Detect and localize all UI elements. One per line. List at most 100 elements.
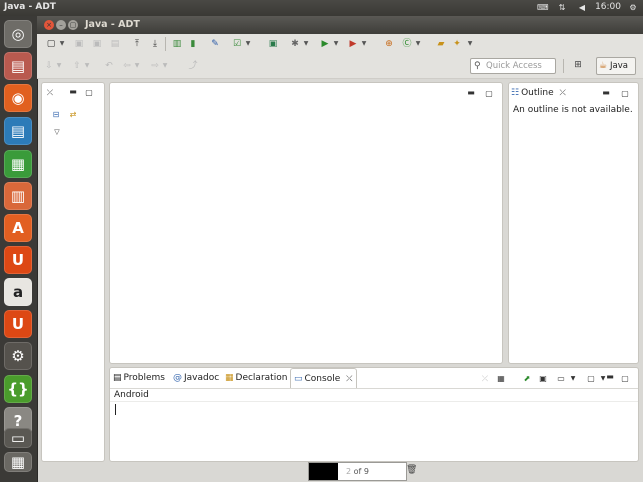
console-options-icon[interactable]: ▭ [556, 374, 566, 384]
main-toolbar: ▢ ▼ ▣ ▣ ▤ ⤒ ⤓ ▥ ▮ ✎ ☑ ▼ ▣ ✱ ▼ ▶ ▼ ▶ ▼ ⊕ … [37, 34, 643, 54]
keyboard-icon[interactable]: ⌨ [537, 3, 549, 12]
top-panel: Java - ADT ⌨ ⇅ ◀ 16:00 ⚙ [0, 0, 643, 16]
outline-pane: ☷ Outline ⤫ ▬ ▢ An outline is not availab… [508, 82, 639, 364]
close-icon[interactable]: × [44, 20, 54, 30]
declaration-icon: ▦ [225, 373, 234, 383]
maximize-icon[interactable]: ▢ [484, 89, 494, 99]
view-menu-icon[interactable]: ▽ [52, 127, 62, 137]
tab-problems[interactable]: ▤ Problems [113, 368, 165, 388]
chevron-down-icon[interactable]: ▼ [414, 38, 422, 50]
terminal-icon[interactable]: ▭ [4, 428, 32, 448]
search-icon[interactable]: ✦ [451, 38, 463, 50]
chevron-down-icon[interactable]: ▼ [332, 38, 340, 50]
tab-outline[interactable]: ☷ Outline ⤫ [511, 83, 566, 103]
outline-message: An outline is not available. [513, 105, 633, 115]
firefox-icon[interactable]: ◉ [4, 84, 32, 112]
save-icon: ▣ [74, 39, 84, 49]
external-tools-icon[interactable]: ▶ [347, 38, 359, 50]
chevron-down-icon[interactable]: ▼ [58, 38, 66, 50]
search-icon: ⚲ [474, 61, 481, 71]
calc-icon[interactable]: ▦ [4, 150, 32, 178]
impress-icon[interactable]: ▥ [4, 182, 32, 210]
maximize-icon[interactable]: ▢ [620, 374, 630, 384]
console-output-area[interactable] [110, 402, 638, 460]
sdk-manager-icon[interactable]: ▥ [171, 38, 183, 50]
quick-access-field[interactable]: ⚲ Quick Access [470, 58, 556, 74]
secondary-toolbar: ⇩ ▼ ⇧ ▼ ↶ ⇦ ▼ ⇨ ▼ ⤴ ⚲ Quick Access [37, 54, 643, 79]
new-console-icon[interactable]: ▢ [586, 374, 596, 384]
system-settings-icon[interactable]: ⚙ [4, 342, 32, 370]
writer-icon[interactable]: ▤ [4, 117, 32, 145]
volume-icon[interactable]: ◀ [577, 3, 587, 12]
tab-console[interactable]: ▭ Console ⤫ [290, 368, 357, 389]
avd-manager-icon[interactable]: ▮ [187, 38, 199, 50]
garbage-collect-icon[interactable]: 🗑 [406, 464, 417, 477]
close-icon[interactable]: ⤫ [45, 88, 55, 98]
android-project-icon[interactable]: ▣ [267, 38, 279, 50]
lint-icon[interactable]: ✎ [209, 38, 221, 50]
adt-icon[interactable]: {} [4, 375, 32, 403]
amazon-icon[interactable]: a [4, 278, 32, 306]
print-icon: ▤ [110, 39, 120, 49]
clock[interactable]: 16:00 [595, 2, 621, 12]
chevron-down-icon: ▼ [134, 62, 140, 69]
chevron-down-icon: ▼ [84, 62, 90, 69]
java-perspective-button[interactable]: ☕ Java [596, 57, 636, 75]
chevron-down-icon[interactable]: ▼ [244, 38, 252, 50]
minimize-icon[interactable]: ▬ [605, 372, 615, 382]
new-java-class-icon[interactable]: Ⓒ [401, 38, 413, 50]
dash-icon[interactable]: ◎ [4, 20, 32, 48]
maximize-icon[interactable]: ▢ [68, 20, 78, 30]
back-icon: ⇦ [123, 61, 131, 71]
upload-icon[interactable]: ⤒ [131, 38, 143, 50]
launcher: ◎ ▤ ◉ ▤ ▦ ▥ A Ua U ⚙{}? ▭ ▦ [0, 16, 38, 482]
window-title: Java - ADT [85, 19, 140, 30]
new-icon[interactable]: ▢ [45, 38, 57, 50]
heap-used: 2 [346, 467, 352, 476]
maximize-icon[interactable]: ▢ [620, 89, 630, 99]
next-annotation-icon: ⇩ [45, 61, 53, 71]
tab-javadoc[interactable]: @ Javadoc [173, 368, 219, 388]
chevron-down-icon[interactable]: ▼ [568, 374, 578, 384]
previous-annotation-icon: ⇧ [73, 61, 81, 71]
open-perspective-icon[interactable]: ⊞ [572, 59, 584, 71]
editor-area[interactable]: ▬ ▢ [109, 82, 503, 364]
console-icon: ▭ [294, 374, 303, 384]
minimize-icon[interactable]: – [56, 20, 66, 30]
close-icon[interactable]: ⤫ [346, 374, 352, 383]
last-edit-icon: ↶ [105, 61, 113, 71]
ubuntu-one-music-icon[interactable]: U [4, 310, 32, 338]
workspace-switcher-icon[interactable]: ▦ [4, 452, 32, 472]
java-perspective-label: Java [610, 61, 628, 71]
ubuntu-one-icon[interactable]: U [4, 246, 32, 274]
checkbox-icon[interactable]: ☑ [231, 38, 243, 50]
network-icon[interactable]: ⇅ [557, 3, 567, 12]
java-perspective-icon: ☕ [599, 61, 608, 71]
collapse-all-icon[interactable]: ⊟ [51, 110, 61, 120]
open-type-icon[interactable]: ▰ [435, 38, 447, 50]
at-icon: @ [173, 373, 182, 383]
window-title-bar: × – ▢ Java - ADT [37, 16, 643, 34]
display-console-icon[interactable]: ▣ [538, 374, 548, 384]
scroll-lock-icon[interactable]: ▦ [496, 374, 506, 384]
minimize-icon[interactable]: ▬ [601, 88, 611, 98]
chevron-down-icon[interactable]: ▼ [466, 38, 474, 50]
gear-icon[interactable]: ⚙ [628, 3, 638, 12]
chevron-down-icon[interactable]: ▼ [302, 38, 310, 50]
minimize-icon[interactable]: ▬ [68, 87, 78, 97]
link-with-editor-icon[interactable]: ⇄ [68, 110, 78, 120]
outline-tab-label: Outline [521, 88, 554, 98]
tab-declaration[interactable]: ▦ Declaration [225, 368, 287, 388]
debug-icon[interactable]: ✱ [289, 38, 301, 50]
chevron-down-icon[interactable]: ▼ [360, 38, 368, 50]
download-icon[interactable]: ⤓ [149, 38, 161, 50]
heap-status[interactable]: 2 of 9 [308, 462, 407, 481]
minimize-icon[interactable]: ▬ [466, 88, 476, 98]
software-center-icon[interactable]: A [4, 214, 32, 242]
maximize-icon[interactable]: ▢ [84, 88, 94, 98]
file-manager-icon[interactable]: ▤ [4, 52, 32, 80]
close-icon[interactable]: ⤫ [560, 88, 566, 97]
new-java-package-icon[interactable]: ⊕ [383, 38, 395, 50]
pin-console-icon[interactable]: ⬈ [522, 374, 532, 384]
run-icon[interactable]: ▶ [319, 38, 331, 50]
